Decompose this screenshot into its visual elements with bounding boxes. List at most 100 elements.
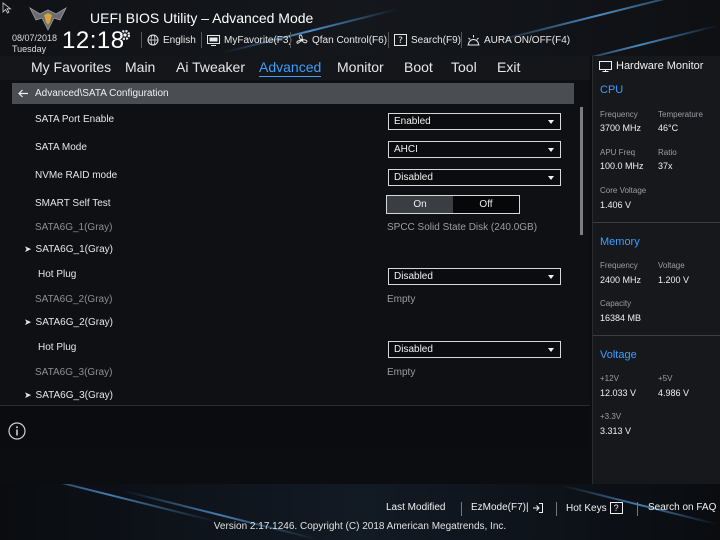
myfavorite-button[interactable]: MyFavorite(F3): [207, 33, 292, 47]
help-info-bar: [0, 405, 590, 455]
footer-divider: [461, 502, 462, 516]
memory-capacity-label: Capacity: [600, 299, 632, 308]
footer-light-streak: [122, 489, 318, 540]
hot-plug-1-value: Disabled: [394, 271, 433, 282]
search-faq-button[interactable]: Search on FAQ: [648, 502, 716, 513]
sata6g-2-submenu[interactable]: ➤ SATA6G_2(Gray): [24, 317, 113, 328]
smart-self-test-label: SMART Self Test: [35, 198, 111, 209]
menu-item-monitor[interactable]: Monitor: [337, 59, 384, 75]
sata-port-enable-value: Enabled: [394, 116, 431, 127]
aura-toggle-label: AURA ON/OFF(F4): [484, 34, 571, 46]
last-modified-button[interactable]: Last Modified: [386, 502, 445, 513]
nvme-raid-mode-select[interactable]: Disabled: [388, 169, 561, 186]
favorite-icon: [207, 34, 220, 46]
search-button[interactable]: ? Search(F9): [394, 33, 461, 47]
aura-toggle-button[interactable]: AURA ON/OFF(F4): [467, 33, 570, 47]
footer-light-streak: [3, 484, 217, 523]
hot-keys-button[interactable]: Hot Keys ?: [566, 502, 623, 514]
aura-icon: [467, 35, 480, 46]
menu-item-advanced[interactable]: Advanced: [259, 59, 322, 77]
sata6g-3-device: Empty: [387, 367, 416, 378]
myfavorite-label: MyFavorite(F3): [224, 34, 292, 46]
sata-mode-select[interactable]: AHCI: [388, 141, 561, 158]
sata6g-1-device: SPCC Solid State Disk (240.0GB): [387, 222, 538, 233]
sata-mode-value: AHCI: [394, 144, 418, 155]
apu-freq-label: APU Freq: [600, 148, 636, 157]
menu-item-exit[interactable]: Exit: [497, 59, 520, 75]
sata6g-3-submenu-label: SATA6G_3(Gray): [35, 390, 113, 401]
menu-item-boot[interactable]: Boot: [404, 59, 433, 75]
hot-plug-1-select[interactable]: Disabled: [388, 268, 561, 285]
sata6g-1-submenu-label: SATA6G_1(Gray): [35, 244, 113, 255]
sata6g-2-info-label: SATA6G_2(Gray): [35, 294, 113, 305]
hot-plug-2-value: Disabled: [394, 344, 433, 355]
menu-item-main[interactable]: Main: [125, 59, 155, 75]
toggle-on-option[interactable]: On: [387, 196, 453, 213]
sata6g-1-info-label: SATA6G_1(Gray): [35, 222, 113, 233]
sata6g-3-submenu[interactable]: ➤ SATA6G_3(Gray): [24, 390, 113, 401]
language-button[interactable]: English: [147, 33, 196, 47]
chevron-right-icon: ➤: [24, 244, 32, 254]
clock-display: 12:18: [62, 27, 125, 54]
section-divider: [593, 335, 720, 336]
chevron-down-icon: [548, 148, 554, 152]
header-light-streak: [562, 24, 718, 56]
day-text: Tuesday: [12, 44, 47, 54]
menu-item-tool[interactable]: Tool: [451, 59, 477, 75]
header-bar: UEFI BIOS Utility – Advanced Mode 08/07/…: [0, 0, 720, 56]
cursor-arrow-icon: [2, 2, 12, 14]
gear-icon[interactable]: [118, 28, 132, 42]
chevron-down-icon: [548, 176, 554, 180]
qfan-control-button[interactable]: Qfan Control(F6): [296, 33, 387, 47]
memory-frequency-value: 2400 MHz: [600, 275, 642, 285]
toggle-off-option[interactable]: Off: [453, 196, 519, 213]
language-label: English: [163, 34, 196, 46]
cpu-temperature-value: 46°C: [658, 123, 679, 133]
scrollbar-thumb[interactable]: [580, 107, 583, 235]
voltage-5v-value: 4.986 V: [658, 388, 690, 398]
menu-item-my-favorites[interactable]: My Favorites: [31, 59, 111, 75]
hardware-monitor-header: Hardware Monitor: [599, 60, 703, 72]
footer-divider: [637, 502, 638, 516]
svg-text:?: ?: [398, 36, 403, 46]
voltage-section-title: Voltage: [600, 349, 637, 361]
hardware-monitor-panel: Hardware Monitor CPU Frequency Temperatu…: [592, 56, 720, 484]
hot-plug-2-label: Hot Plug: [38, 342, 77, 353]
nvme-raid-mode-value: Disabled: [394, 172, 433, 183]
sata-mode-label: SATA Mode: [35, 142, 87, 153]
search-icon: ?: [394, 34, 407, 46]
hot-plug-2-select[interactable]: Disabled: [388, 341, 561, 358]
fan-icon: [296, 34, 308, 44]
sata-port-enable-select[interactable]: Enabled: [388, 113, 561, 130]
ezmode-button[interactable]: EzMode(F7)|: [471, 502, 543, 513]
memory-capacity-value: 16384 MB: [600, 313, 642, 323]
chevron-down-icon: [548, 120, 554, 124]
memory-voltage-label: Voltage: [658, 261, 685, 270]
main-menu-bar: My Favorites Main Ai Tweaker Advanced Mo…: [0, 56, 590, 80]
sata6g-2-submenu-label: SATA6G_2(Gray): [35, 317, 113, 328]
voltage-3v3-label: +3.3V: [600, 412, 622, 421]
toolbar-divider: [290, 32, 291, 48]
back-arrow-icon[interactable]: [18, 89, 29, 98]
qfan-control-label: Qfan Control(F6): [312, 34, 388, 46]
cpu-section-title: CPU: [600, 84, 624, 96]
footer-divider: [556, 502, 557, 516]
sata6g-2-device: Empty: [387, 294, 416, 305]
chevron-down-icon: [548, 348, 554, 352]
smart-self-test-toggle[interactable]: On Off: [386, 195, 520, 214]
chevron-right-icon: ➤: [24, 317, 32, 327]
cpu-ratio-label: Ratio: [658, 148, 677, 157]
breadcrumb[interactable]: Advanced\SATA Configuration: [12, 83, 574, 104]
cpu-temperature-label: Temperature: [658, 110, 703, 119]
voltage-12v-label: +12V: [600, 374, 619, 383]
section-divider: [593, 222, 720, 223]
voltage-3v3-value: 3.313 V: [600, 426, 632, 436]
date-text: 08/07/2018: [12, 33, 58, 43]
toolbar-divider: [201, 32, 202, 48]
chevron-down-icon: [548, 275, 554, 279]
sata6g-1-submenu[interactable]: ➤ SATA6G_1(Gray): [24, 244, 113, 255]
globe-icon: [147, 34, 159, 46]
hardware-monitor-title: Hardware Monitor: [616, 60, 704, 72]
menu-item-ai-tweaker[interactable]: Ai Tweaker: [176, 59, 245, 75]
core-voltage-value: 1.406 V: [600, 200, 632, 210]
